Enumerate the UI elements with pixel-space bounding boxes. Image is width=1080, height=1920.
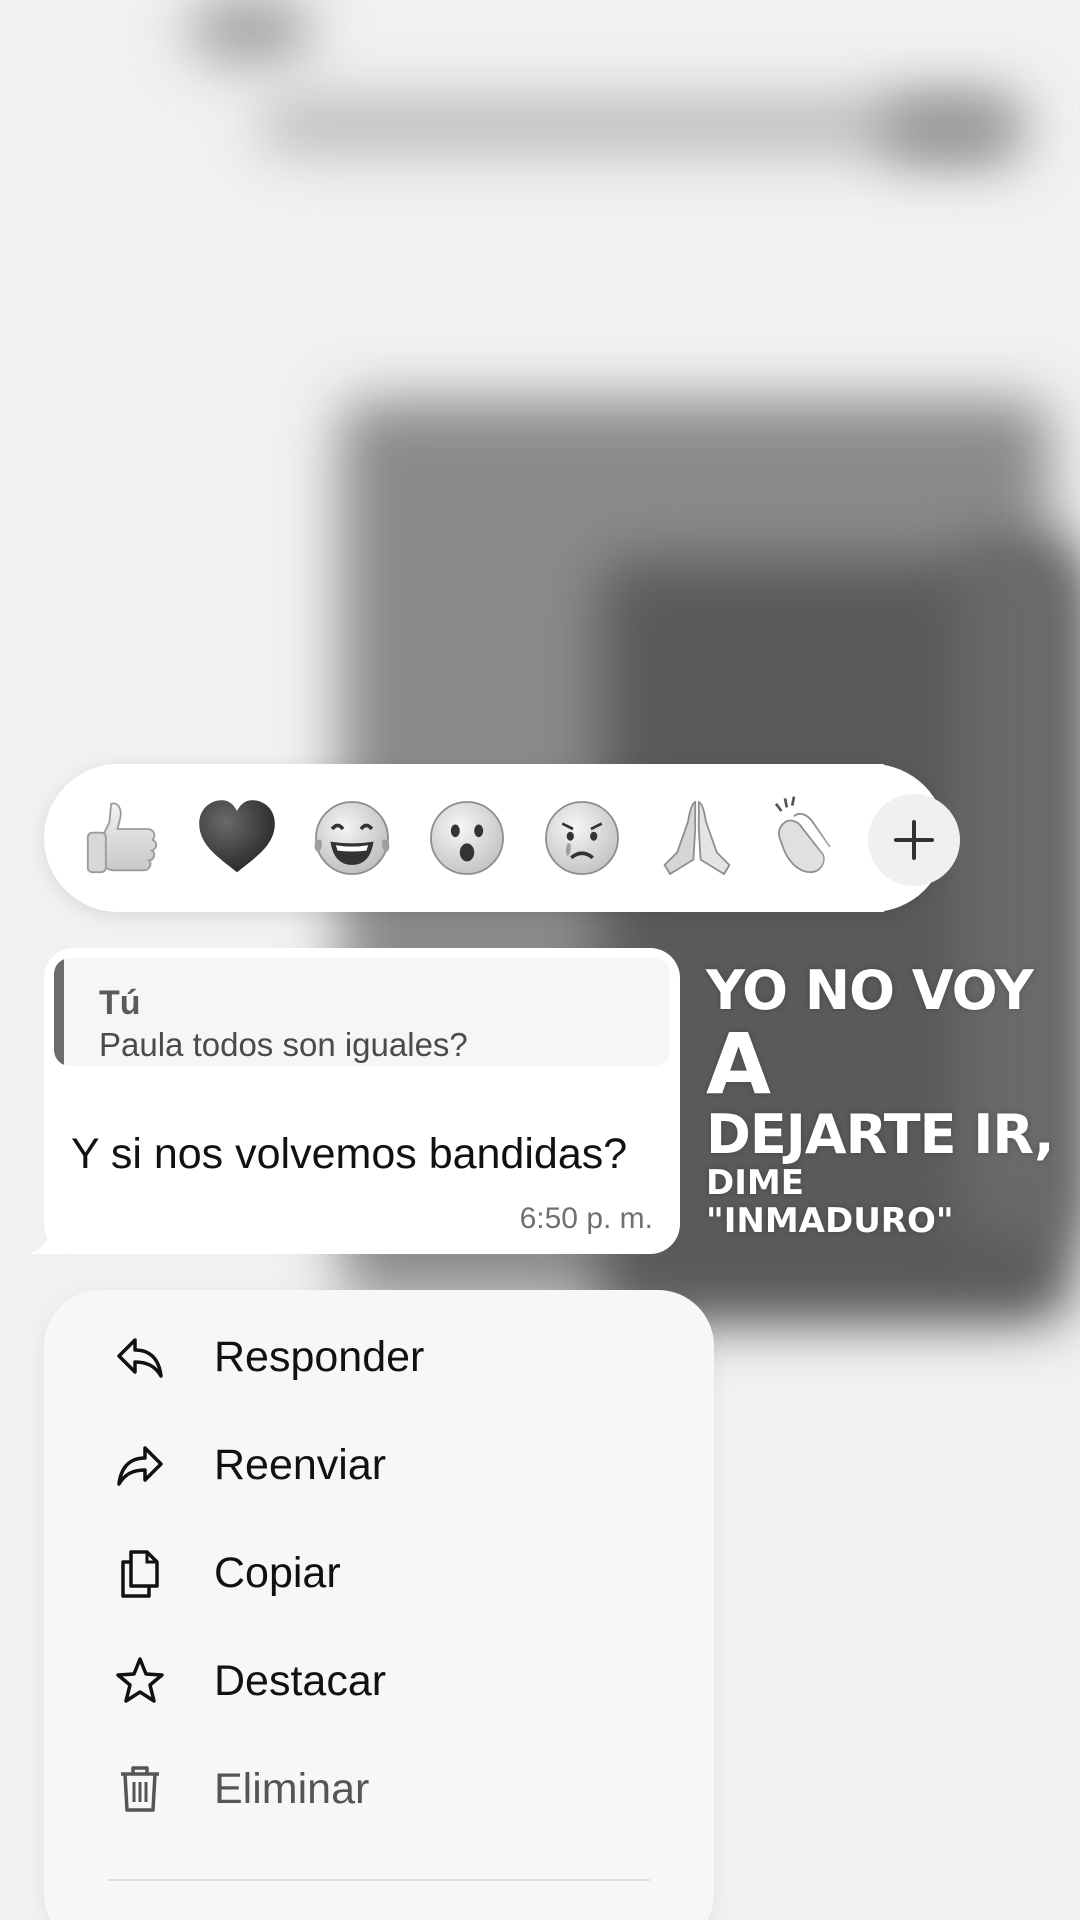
overlay-line-2: A [706,1015,772,1113]
menu-item-star[interactable]: Destacar [112,1636,652,1726]
menu-label-forward: Reenviar [214,1440,387,1489]
menu-label-copy: Copiar [214,1548,341,1597]
message-text: Y si nos volvemos bandidas? [71,1130,628,1178]
crying-icon [545,801,619,875]
overlay-line-1: YO NO VOY [706,959,1034,1022]
forward-icon [112,1437,168,1493]
menu-item-reply[interactable]: Responder [112,1312,652,1402]
tears-of-joy-icon [314,801,390,875]
heart-icon [199,800,275,873]
copy-icon [112,1545,168,1601]
blurred-header-shape [190,0,310,60]
message-time: 6:50 p. m. [519,1202,653,1235]
reaction-heart[interactable] [181,782,293,894]
menu-label-star: Destacar [214,1656,387,1705]
overlay-line-4: DIME [706,1163,804,1203]
surprised-icon [430,801,504,875]
star-icon [112,1653,168,1709]
quoted-message[interactable]: Tú Paula todos son iguales? [54,958,670,1066]
overlay-lyrics: YO NO VOY A DEJARTE IR, DIME "INMADURO" [706,959,1054,1241]
thumbs-up-icon [86,802,158,874]
quote-author: Tú [99,984,141,1022]
menu-item-delete[interactable]: Eliminar [112,1744,652,1834]
reply-icon [112,1329,168,1385]
reaction-bar [44,764,960,912]
bubble-tail [28,1220,68,1254]
quote-text: Paula todos son iguales? [99,1026,468,1063]
reaction-crying[interactable] [526,782,638,894]
more-reactions-button[interactable] [868,794,960,886]
context-menu: Responder Reenviar Copiar Destacar Elimi… [44,1290,714,1920]
praying-hands-icon [663,800,731,876]
trash-icon [112,1761,168,1817]
reaction-thumbs-up[interactable] [66,782,178,894]
menu-divider [108,1879,650,1881]
overlay-line-5: "INMADURO" [706,1201,954,1241]
overlay-line-3: DEJARTE IR, [706,1103,1054,1166]
menu-item-copy[interactable]: Copiar [112,1528,652,1618]
reaction-surprised[interactable] [411,782,523,894]
plus-icon [894,820,934,860]
quote-bar [54,958,64,1066]
reaction-tears-of-joy[interactable] [296,782,408,894]
menu-item-forward[interactable]: Reenviar [112,1420,652,1510]
menu-label-reply: Responder [214,1332,425,1381]
message-bubble[interactable]: Tú Paula todos son iguales? Y si nos vol… [28,948,680,1254]
blurred-header-end [880,100,1020,160]
reaction-praying-hands[interactable] [641,782,753,894]
menu-label-delete: Eliminar [214,1764,370,1813]
